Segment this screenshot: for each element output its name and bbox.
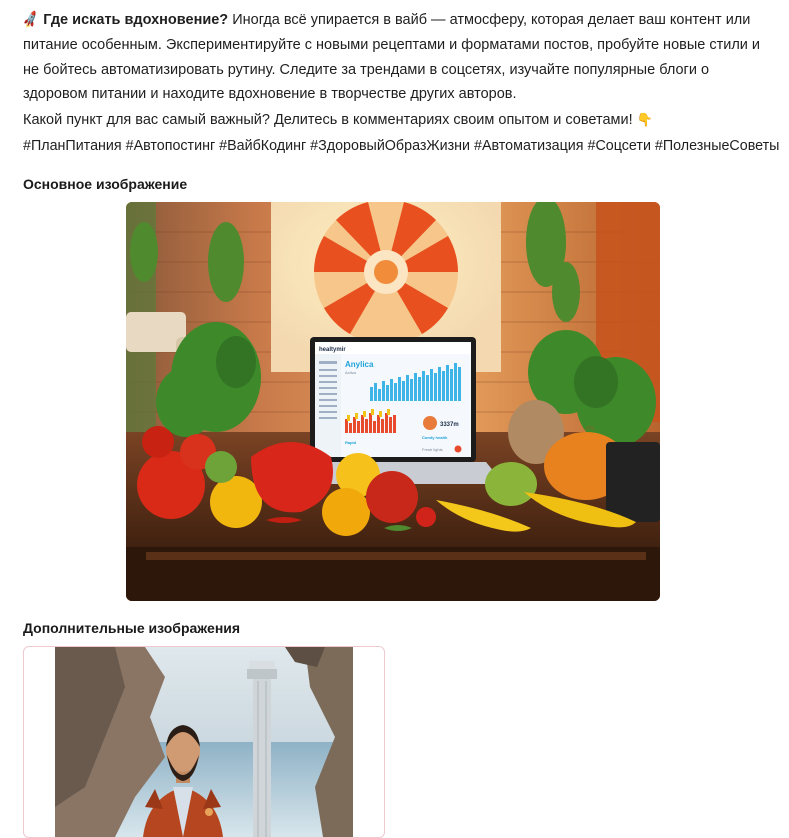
post-hashtags: #ПланПитания #Автопостинг #ВайбКодинг #З… — [23, 138, 780, 154]
extra-image-card[interactable] — [23, 646, 385, 838]
post-question-paragraph: Какой пункт для вас самый важный? Делите… — [23, 108, 768, 133]
main-image[interactable]: healtymir Anylica Activa 3337m Rapid Com… — [126, 202, 660, 601]
extra-image[interactable] — [55, 647, 353, 837]
post-question: Какой пункт для вас самый важный? Делите… — [23, 112, 633, 128]
post-heading: Где искать вдохновение? — [43, 12, 229, 28]
laptop-card-1: Rapid — [345, 440, 357, 445]
extra-image-illustration — [55, 647, 353, 837]
main-image-illustration: healtymir Anylica Activa 3337m Rapid Com… — [126, 202, 660, 601]
post-paragraph-intro: 🚀 Где искать вдохновение? Иногда всё упир… — [21, 8, 768, 106]
laptop-stat: 3337m — [440, 422, 459, 428]
laptop-logo: healtymir — [319, 347, 346, 353]
laptop-heading: Anylica — [345, 360, 374, 369]
laptop-sub: Activa — [345, 370, 357, 375]
main-image-title: Основное изображение — [23, 176, 188, 192]
laptop-card-2: Comfy health — [422, 435, 448, 440]
pointing-down-icon: 👇 — [636, 113, 653, 128]
rocket-icon: 🚀 — [20, 10, 42, 31]
laptop-card-3: Fresh lights — [422, 447, 443, 452]
extra-images-title: Дополнительные изображения — [23, 620, 241, 636]
